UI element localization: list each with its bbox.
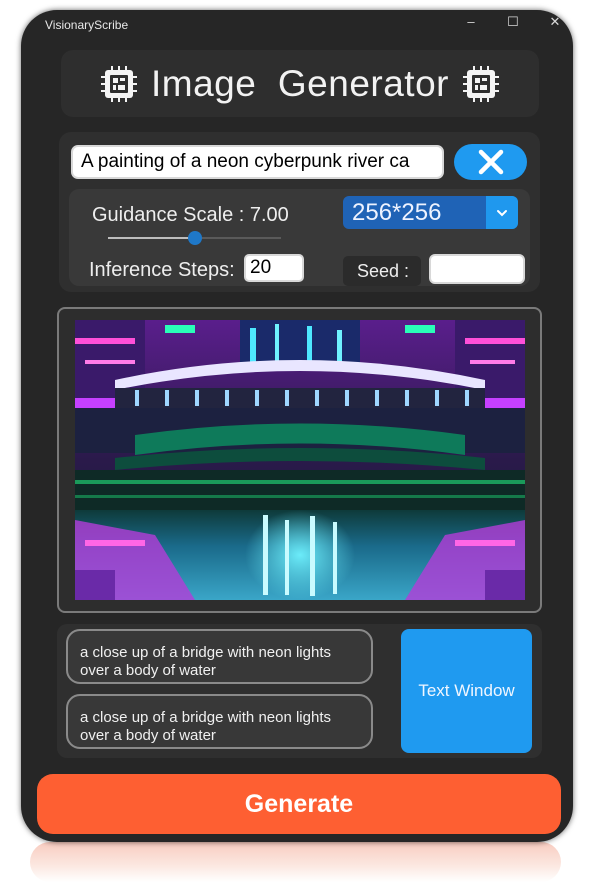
inference-steps-label: Inference Steps: <box>89 259 235 281</box>
cpu-icon <box>462 65 499 102</box>
title-bar: VisionaryScribe – ☐ ✕ <box>21 10 573 40</box>
resolution-dropdown-button[interactable] <box>486 196 518 229</box>
cpu-icon <box>101 65 137 102</box>
inference-steps-input[interactable] <box>244 254 304 282</box>
resolution-select[interactable]: 256*256 <box>343 196 518 229</box>
settings-panel: Guidance Scale : 7.00 256*256 Inference … <box>69 189 530 286</box>
seed-label-box: Seed : <box>343 256 421 286</box>
maximize-button[interactable]: ☐ <box>501 14 525 30</box>
caption-item[interactable]: a close up of a bridge with neon lights … <box>66 694 373 749</box>
seed-input[interactable] <box>429 254 525 284</box>
captions-panel: a close up of a bridge with neon lights … <box>57 624 542 758</box>
app-title: VisionaryScribe <box>45 18 129 32</box>
slider-fill <box>108 237 195 239</box>
slider-handle[interactable] <box>187 231 202 245</box>
guidance-scale-label: Guidance Scale : 7.00 <box>92 204 289 226</box>
page-title: Image Generator <box>151 62 449 104</box>
window-shadow <box>30 842 561 882</box>
header-card: Image Generator <box>61 50 539 117</box>
close-icon <box>478 149 503 175</box>
close-window-button[interactable]: ✕ <box>543 14 567 30</box>
minimize-button[interactable]: – <box>459 14 483 29</box>
clear-prompt-button[interactable] <box>454 144 527 180</box>
controls-card: Guidance Scale : 7.00 256*256 Inference … <box>59 132 540 292</box>
seed-label: Seed : <box>357 261 410 281</box>
text-window-button[interactable]: Text Window <box>401 629 532 753</box>
caption-item[interactable]: a close up of a bridge with neon lights … <box>66 629 373 684</box>
app-window: VisionaryScribe – ☐ ✕ Image Generator A … <box>21 10 573 842</box>
guidance-scale-slider[interactable] <box>108 231 281 245</box>
generate-button[interactable]: Generate <box>37 774 561 834</box>
image-preview-frame <box>57 307 542 613</box>
chevron-down-icon <box>497 209 507 216</box>
prompt-input[interactable] <box>71 145 444 179</box>
resolution-value: 256*256 <box>352 199 442 226</box>
generated-image <box>75 320 525 600</box>
